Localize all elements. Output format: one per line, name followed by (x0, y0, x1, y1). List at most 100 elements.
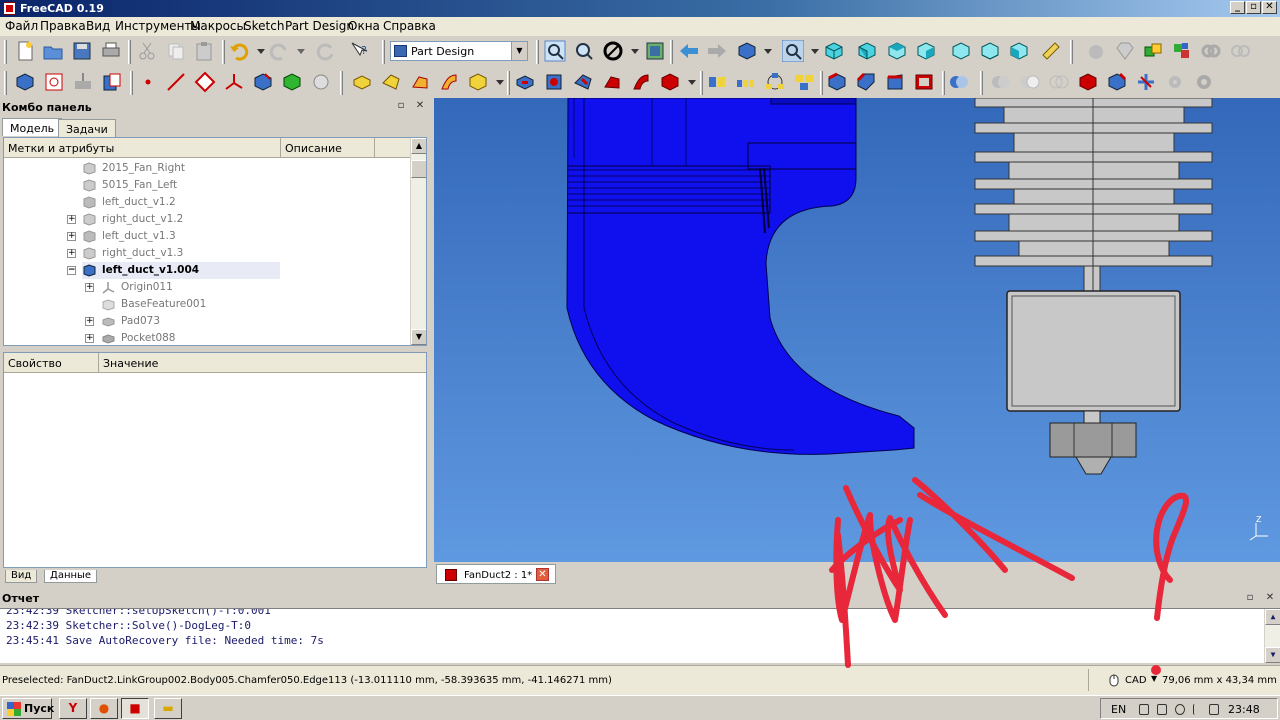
scroll-up-icon[interactable]: ▲ (411, 138, 426, 154)
toolbar-grip[interactable] (340, 71, 343, 95)
scroll-down-icon[interactable]: ▼ (411, 329, 426, 345)
tree-item[interactable]: + Pocket088 (4, 330, 412, 345)
section-cut-icon[interactable] (1135, 71, 1157, 93)
expand-icon[interactable]: + (67, 215, 76, 224)
view-isometric-icon[interactable] (823, 40, 845, 62)
explorer-folder-icon[interactable]: ▬ (154, 698, 182, 719)
datum-plane-icon[interactable] (194, 71, 216, 93)
std-views-icon[interactable] (736, 40, 758, 62)
tree-column-description[interactable]: Описание (281, 138, 375, 158)
toolbar-grip[interactable] (700, 71, 703, 95)
copy-icon[interactable] (165, 40, 187, 62)
view-rear-icon[interactable] (950, 40, 972, 62)
validate-sketch-icon[interactable] (72, 71, 94, 93)
tree-item[interactable]: + left_duct_v1.3 (4, 228, 412, 245)
toolbar-grip[interactable] (507, 71, 510, 95)
view-front-icon[interactable] (856, 40, 878, 62)
multi-transform-icon[interactable] (793, 71, 815, 93)
clone-icon[interactable] (101, 71, 123, 93)
measure-icon[interactable] (1040, 40, 1062, 62)
unlink-icon[interactable] (1229, 40, 1251, 62)
part-apple-icon[interactable] (1085, 40, 1107, 62)
mirrored-icon[interactable] (706, 71, 728, 93)
cut-icon[interactable] (136, 40, 158, 62)
toolbar-grip[interactable] (382, 40, 385, 64)
sub-object-shape-binder-icon[interactable] (310, 71, 332, 93)
toolbar-grip[interactable] (128, 40, 131, 64)
document-tab[interactable]: FanDuct2 : 1* ✕ (436, 564, 556, 584)
part-cube-icon[interactable] (1142, 40, 1164, 62)
close-panel-icon[interactable]: ✕ (414, 100, 426, 112)
toolbar-grip[interactable] (536, 40, 539, 64)
draw-style-icon[interactable] (602, 40, 624, 62)
tree-item[interactable]: BaseFeature001 (4, 296, 412, 313)
tree-column-labels[interactable]: Метки и атрибуты (4, 138, 281, 158)
whats-this-icon[interactable]: ? (348, 40, 370, 62)
menu-help[interactable]: Справка (383, 19, 436, 33)
yandex-browser-icon[interactable]: Y (59, 698, 87, 719)
toolbar-grip[interactable] (942, 71, 945, 95)
additive-loft-icon[interactable] (409, 71, 431, 93)
draw-style-dropdown-icon[interactable] (624, 40, 646, 62)
chain-icon[interactable] (1200, 40, 1222, 62)
firefox-icon[interactable]: ● (90, 698, 118, 719)
toolbar-grip[interactable] (670, 40, 673, 64)
tree-item[interactable]: + right_duct_v1.3 (4, 245, 412, 262)
subtractive-pipe-icon[interactable] (630, 71, 652, 93)
maximize-button[interactable]: ▫ (1246, 1, 1261, 14)
expand-icon[interactable]: + (85, 283, 94, 292)
intersection-icon[interactable] (1048, 71, 1070, 93)
property-column-value[interactable]: Значение (99, 353, 426, 373)
model-render[interactable]: Z (434, 98, 1280, 562)
toolbar-grip[interactable] (1070, 40, 1073, 64)
std-views-dropdown-icon[interactable] (757, 40, 779, 62)
menu-macros[interactable]: Макросы (190, 19, 246, 33)
gear-icon[interactable] (1164, 71, 1186, 93)
save-icon[interactable] (71, 40, 93, 62)
property-column-name[interactable]: Свойство (4, 353, 99, 373)
tree-item[interactable]: + Pad073 (4, 313, 412, 330)
link-group-icon[interactable] (1171, 40, 1193, 62)
groove-icon[interactable] (572, 71, 594, 93)
network-icon[interactable] (1157, 704, 1167, 715)
tree-scrollbar[interactable]: ▲ ▼ (410, 138, 426, 345)
undo-icon[interactable] (228, 40, 250, 62)
tree-item[interactable]: + right_duct_v1.2 (4, 211, 412, 228)
view-left-icon[interactable] (1008, 40, 1030, 62)
boolean-icon[interactable] (948, 71, 970, 93)
freecad-task-icon[interactable]: ■ (121, 698, 149, 719)
bounding-box-icon[interactable] (644, 40, 666, 62)
pad-icon[interactable] (351, 71, 373, 93)
hole-icon[interactable] (543, 71, 565, 93)
workbench-selector[interactable]: Part Design ▼ (390, 41, 528, 61)
menu-windows[interactable]: Окна (348, 19, 380, 33)
back-arrow-icon[interactable] (678, 40, 700, 62)
expand-icon[interactable]: + (67, 249, 76, 258)
involute-gear-icon[interactable] (1193, 71, 1215, 93)
sprocket-icon[interactable] (1106, 71, 1128, 93)
linear-pattern-icon[interactable] (735, 71, 757, 93)
menu-sketch[interactable]: Sketch (244, 19, 284, 33)
expand-icon[interactable]: + (85, 334, 94, 343)
fillet-icon[interactable] (826, 71, 848, 93)
tree-item[interactable]: + Origin011 (4, 279, 412, 296)
print-icon[interactable] (100, 40, 122, 62)
toolbar-grip[interactable] (4, 71, 7, 95)
menu-view[interactable]: Вид (86, 19, 110, 33)
new-document-icon[interactable] (14, 40, 36, 62)
additive-pipe-icon[interactable] (438, 71, 460, 93)
report-scrollbar[interactable]: ▲ ▼ (1264, 609, 1280, 663)
expand-icon[interactable]: + (67, 232, 76, 241)
3d-viewport[interactable]: Z (434, 98, 1280, 562)
usb-icon[interactable] (1139, 704, 1149, 715)
toolbar-grip[interactable] (130, 71, 133, 95)
menu-edit[interactable]: Правка (40, 19, 86, 33)
redo-icon[interactable] (268, 40, 290, 62)
battery-icon[interactable] (1209, 704, 1219, 715)
subshape-binder-icon[interactable] (281, 71, 303, 93)
create-sketch-icon[interactable] (43, 71, 65, 93)
tab-data[interactable]: Данные (44, 570, 98, 583)
tree-item-active-body[interactable]: − left_duct_v1.004 (4, 262, 412, 279)
pocket-icon[interactable] (514, 71, 536, 93)
close-panel-icon[interactable]: ✕ (1264, 592, 1276, 604)
